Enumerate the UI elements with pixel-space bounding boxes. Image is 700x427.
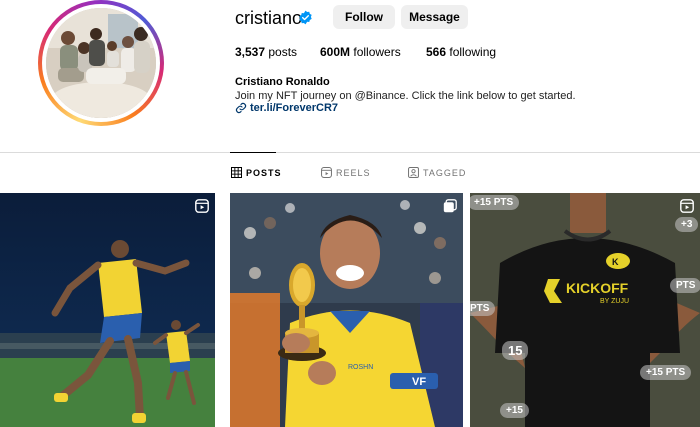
points-badge: +15 [500, 403, 529, 418]
kickoff-brand-subtext: BY ZUJU [600, 298, 629, 305]
points-badge: PTS [470, 301, 496, 316]
tab-posts[interactable]: POSTS [231, 167, 282, 178]
post-thumbnail-1[interactable] [0, 193, 215, 427]
profile-bio: Join my NFT journey on @Binance. Click t… [235, 90, 576, 102]
tabs-divider [0, 152, 700, 153]
svg-text:K: K [612, 257, 619, 267]
tab-tagged-label: TAGGED [423, 167, 467, 178]
post-2-image: VF ROSHN [230, 193, 463, 427]
follow-button[interactable]: Follow [333, 5, 395, 29]
carousel-badge-icon [443, 199, 457, 213]
post-thumbnail-2[interactable]: VF ROSHN [230, 193, 463, 427]
profile-avatar-ring[interactable] [38, 0, 164, 126]
post-thumbnail-3[interactable]: K KICKOFF BY ZUJU +15 PTS +3 PTS 15 +15 … [470, 193, 700, 427]
active-tab-indicator [230, 152, 276, 153]
post-1-image [0, 193, 215, 427]
points-badge: PTS [670, 278, 700, 293]
points-badge: +3 [675, 217, 699, 232]
grid-icon [231, 167, 242, 178]
verified-badge-icon [299, 10, 312, 25]
tagged-icon [408, 167, 419, 178]
posts-count: 3,537 [235, 45, 266, 59]
profile-username: cristiano [235, 8, 303, 28]
followers-label: followers [353, 45, 401, 59]
reels-badge-icon [195, 199, 209, 213]
profile-full-name: Cristiano Ronaldo [235, 76, 330, 88]
jersey-sponsor-text: ROSHN [348, 364, 373, 371]
reels-badge-icon [680, 199, 694, 213]
posts-label: posts [268, 45, 298, 59]
message-button[interactable]: Message [401, 5, 468, 29]
points-badge: +15 PTS [470, 195, 520, 210]
tab-tagged[interactable]: TAGGED [408, 167, 466, 178]
post-3-image: K KICKOFF BY ZUJU [470, 193, 700, 427]
profile-avatar[interactable] [46, 8, 156, 118]
followers-count: 600M [320, 45, 351, 59]
kickoff-brand-text: KICKOFF [566, 280, 629, 296]
following-count: 566 [426, 45, 447, 59]
reels-icon [321, 167, 332, 178]
tab-reels[interactable]: REELS [321, 167, 371, 178]
bio-link-text[interactable]: ter.li/ForeverCR7 [250, 102, 338, 114]
tab-reels-label: REELS [336, 167, 371, 178]
followers-stat[interactable]: 600M followers [320, 45, 401, 59]
link-icon [235, 102, 247, 114]
points-badge: 15 [502, 341, 529, 360]
avatar-family-photo [46, 8, 156, 118]
points-badge: +15 PTS [640, 365, 692, 380]
avatar-border [42, 4, 160, 122]
tab-posts-label: POSTS [246, 167, 282, 178]
posts-count-stat: 3,537 posts [235, 45, 297, 59]
bio-link[interactable]: ter.li/ForeverCR7 [235, 102, 338, 114]
following-label: following [449, 45, 497, 59]
following-stat[interactable]: 566 following [426, 45, 496, 59]
sleeve-armband-text: VF [412, 376, 426, 388]
